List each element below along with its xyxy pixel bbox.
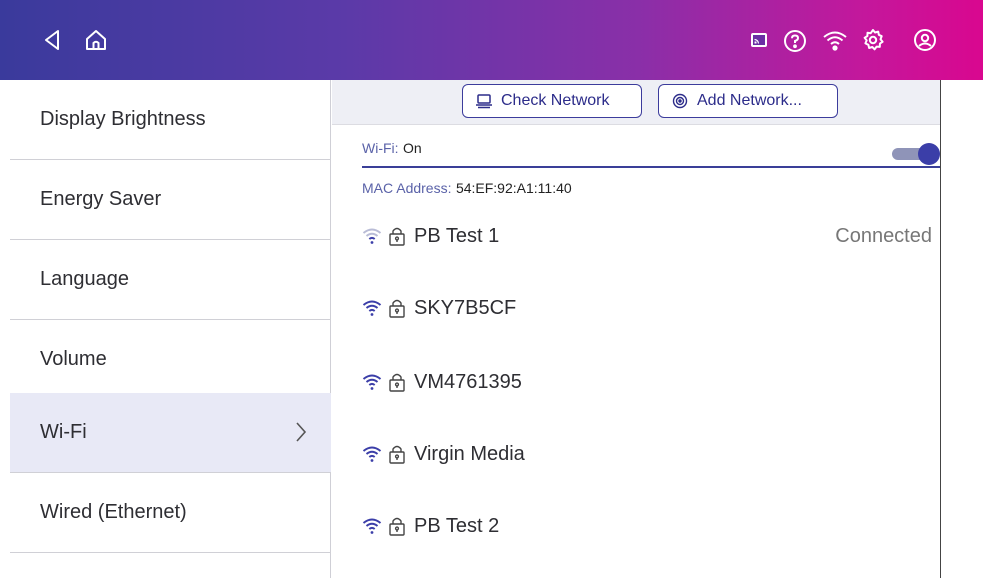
lock-icon	[389, 445, 405, 464]
wifi-toggle-row: Wi-Fi: On	[362, 140, 940, 168]
gear-icon[interactable]	[860, 27, 886, 53]
sidebar-item-wifi[interactable]: Wi-Fi	[10, 393, 331, 473]
wifi-signal-full-icon	[362, 300, 382, 316]
sidebar-item-label: Volume	[40, 348, 107, 370]
cast-icon[interactable]	[750, 31, 768, 49]
wifi-toggle[interactable]	[892, 143, 940, 165]
network-name: Virgin Media	[414, 442, 525, 465]
settings-sidebar: Display Brightness Energy Saver Language…	[0, 80, 331, 578]
sidebar-item-energy-saver[interactable]: Energy Saver	[10, 160, 331, 240]
sidebar-item-wired-ethernet[interactable]: Wired (Ethernet)	[10, 473, 331, 553]
network-item[interactable]: SKY7B5CF	[362, 292, 932, 324]
network-item[interactable]: PB Test 2	[362, 510, 932, 542]
top-bar	[0, 0, 983, 80]
home-icon[interactable]	[82, 26, 110, 54]
network-toolbar: Check Network Add Network...	[332, 80, 940, 125]
wifi-signal-full-icon	[362, 446, 382, 462]
panel-right-border	[940, 80, 941, 578]
sidebar-item-label: Language	[40, 268, 129, 290]
mac-address-value: 54:EF:92:A1:11:40	[455, 180, 572, 196]
account-icon[interactable]	[912, 27, 938, 53]
check-network-label: Check Network	[501, 92, 610, 109]
network-item[interactable]: VM4761395	[362, 366, 932, 398]
mac-address-row: MAC Address: 54:EF:92:A1:11:40	[362, 180, 572, 198]
network-check-icon	[476, 94, 492, 109]
network-name: PB Test 2	[414, 514, 500, 537]
sidebar-item-label: Wired (Ethernet)	[40, 501, 187, 523]
lock-icon	[389, 227, 405, 246]
lock-icon	[389, 517, 405, 536]
add-network-label: Add Network...	[697, 92, 802, 109]
wifi-label: Wi-Fi:	[362, 140, 399, 156]
check-network-button[interactable]: Check Network	[462, 84, 642, 118]
lock-icon	[389, 299, 405, 318]
wifi-signal-full-icon	[362, 518, 382, 534]
mac-address-label: MAC Address:	[362, 180, 452, 196]
wifi-icon[interactable]	[821, 27, 849, 53]
help-icon[interactable]	[782, 28, 808, 54]
lock-icon	[389, 373, 405, 392]
sidebar-item-volume[interactable]: Volume	[10, 320, 331, 400]
add-network-button[interactable]: Add Network...	[658, 84, 838, 118]
sidebar-item-label: Display Brightness	[40, 108, 206, 130]
wifi-signal-full-icon	[362, 374, 382, 390]
wifi-signal-weak-icon	[362, 228, 382, 244]
network-name: VM4761395	[414, 370, 522, 393]
back-icon[interactable]	[40, 26, 64, 54]
chevron-right-icon	[295, 421, 307, 449]
network-status: Connected	[835, 224, 932, 247]
network-item[interactable]: PB Test 1 Connected	[362, 220, 932, 252]
network-name: PB Test 1	[414, 224, 500, 247]
network-item[interactable]: Virgin Media	[362, 438, 932, 470]
add-network-icon	[672, 93, 688, 109]
sidebar-item-language[interactable]: Language	[10, 240, 331, 320]
wifi-state: On	[403, 140, 422, 156]
sidebar-item-label: Wi-Fi	[40, 421, 87, 443]
sidebar-item-display-brightness[interactable]: Display Brightness	[10, 80, 331, 160]
wifi-settings-panel: Check Network Add Network... Wi-Fi: On M…	[332, 80, 940, 578]
network-name: SKY7B5CF	[414, 296, 517, 319]
sidebar-item-label: Energy Saver	[40, 188, 162, 210]
